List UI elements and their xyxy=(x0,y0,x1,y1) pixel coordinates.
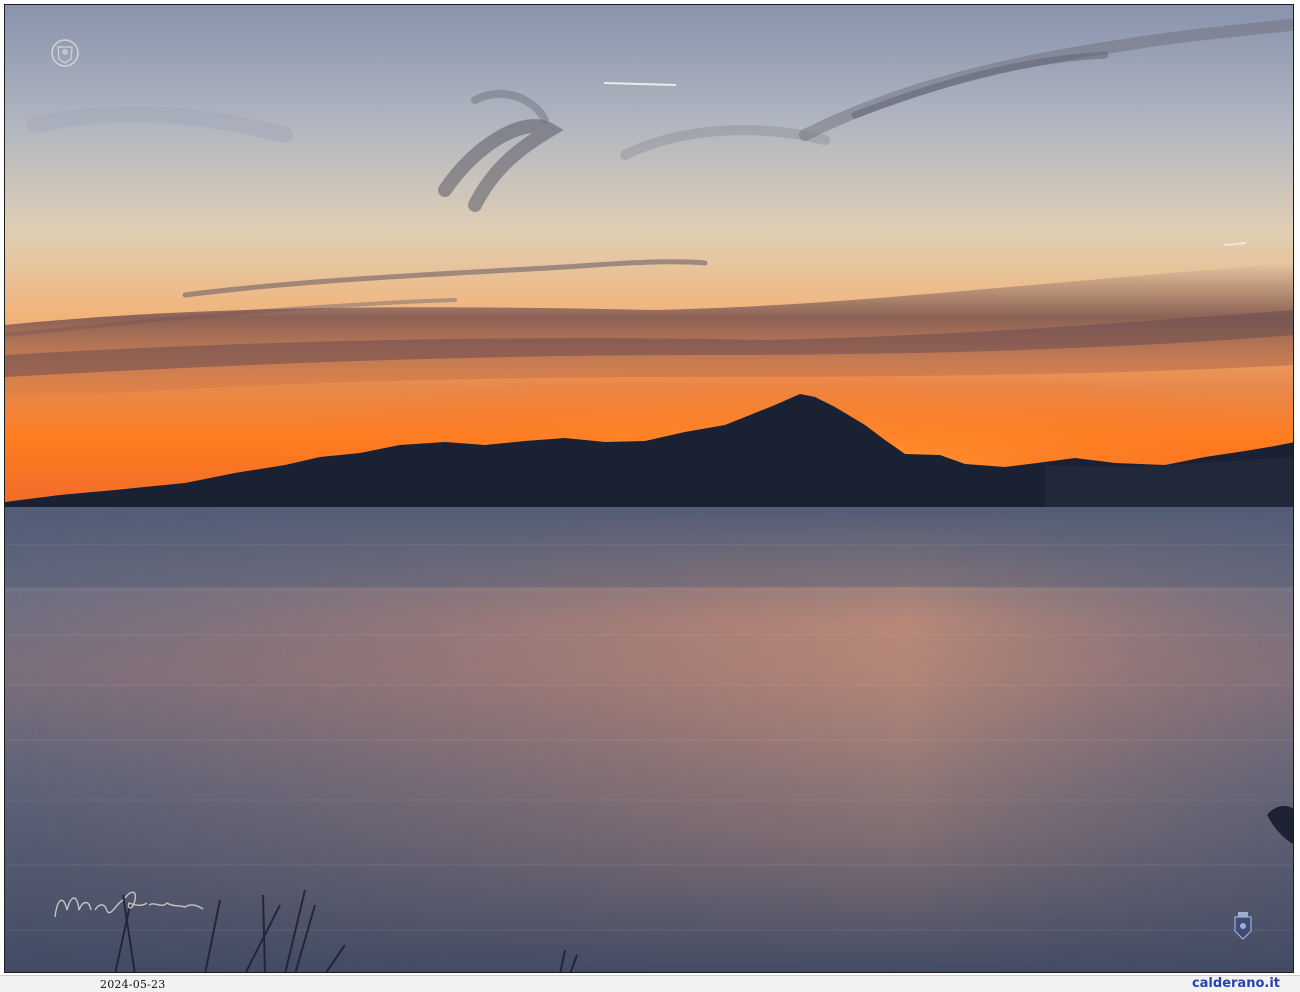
photo-date: 2024-05-23 xyxy=(100,978,166,991)
sunset-photo xyxy=(5,5,1293,972)
caption-bar: 2024-05-23 calderano.it xyxy=(0,975,1300,992)
photo-frame xyxy=(4,4,1294,973)
site-link[interactable]: calderano.it xyxy=(1192,976,1280,991)
